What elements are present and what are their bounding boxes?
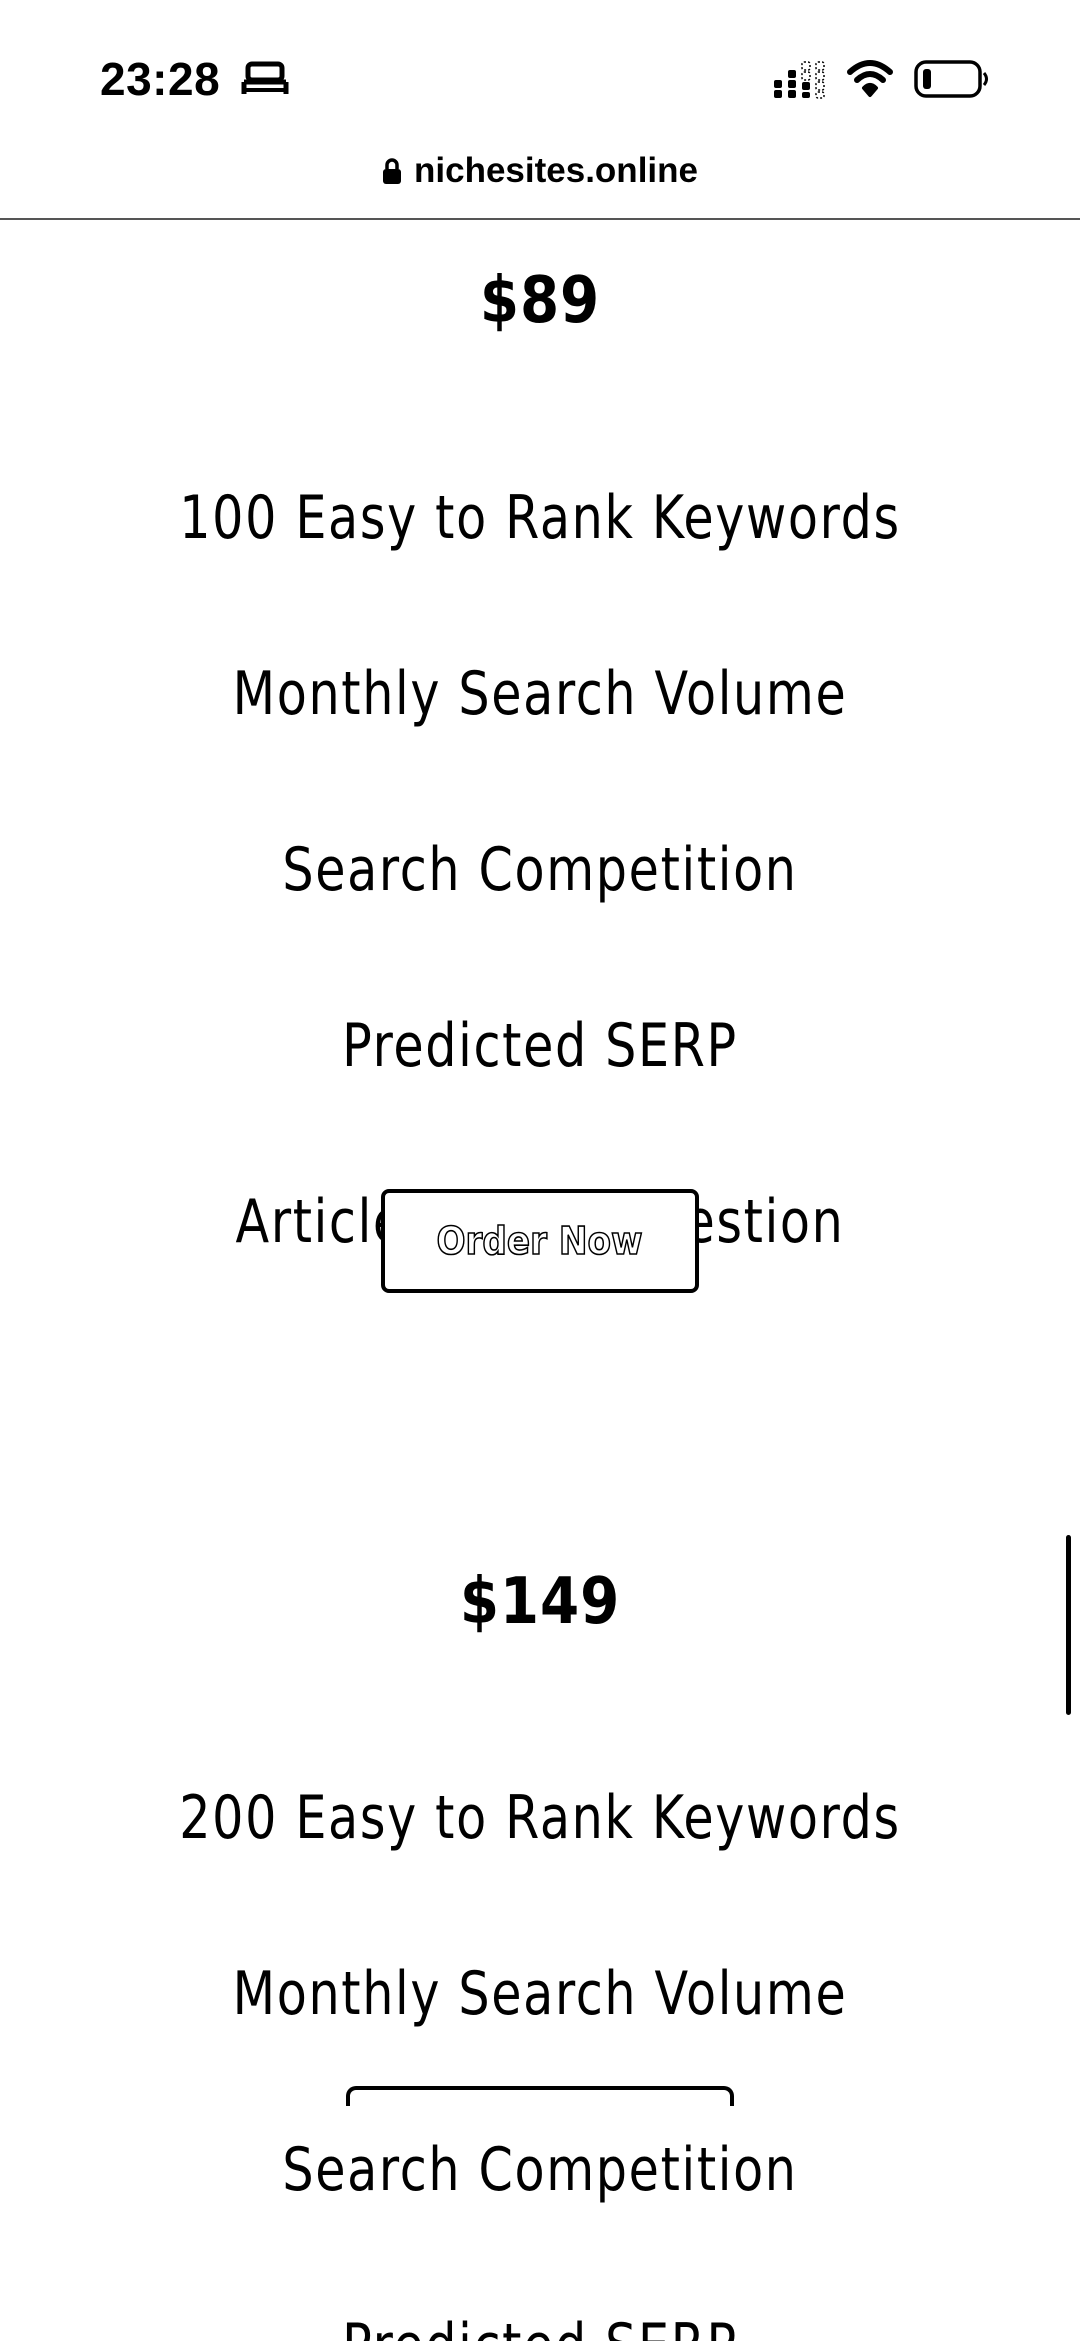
plan-price: $89 [479, 264, 601, 338]
plan-feature: Search Competition [282, 835, 798, 905]
plan-feature: Predicted SERP [97, 2311, 983, 2341]
bed-icon [241, 61, 289, 94]
status-time: 23:28 [100, 53, 221, 105]
battery-icon [914, 60, 988, 98]
address-bar[interactable]: nichesites.online [0, 140, 1080, 220]
plan-feature: Predicted SERP [342, 1011, 738, 1081]
cellular-signal-icon [774, 61, 825, 99]
status-bar: 23:28 [0, 0, 1080, 150]
scrollbar[interactable] [1066, 1535, 1071, 1715]
plan-price: $149 [459, 1565, 621, 1639]
plan-feature: Monthly Search Volume [232, 1959, 848, 2029]
plan-feature: Search Competition [282, 2135, 798, 2205]
order-now-button[interactable]: Order Now [381, 1189, 699, 1293]
lock-icon [383, 158, 402, 184]
plan-feature: 100 Easy to Rank Keywords [179, 483, 901, 553]
order-now-label: Order Now [436, 1218, 644, 1264]
url-text: nichesites.online [414, 151, 698, 190]
page-content: $89 100 Easy to Rank Keywords Monthly Se… [0, 220, 1080, 2341]
order-now-button-partial[interactable] [346, 2086, 734, 2106]
plan-feature: Monthly Search Volume [232, 659, 848, 729]
plan-feature: 200 Easy to Rank Keywords [179, 1783, 901, 1853]
wifi-icon [847, 60, 893, 97]
